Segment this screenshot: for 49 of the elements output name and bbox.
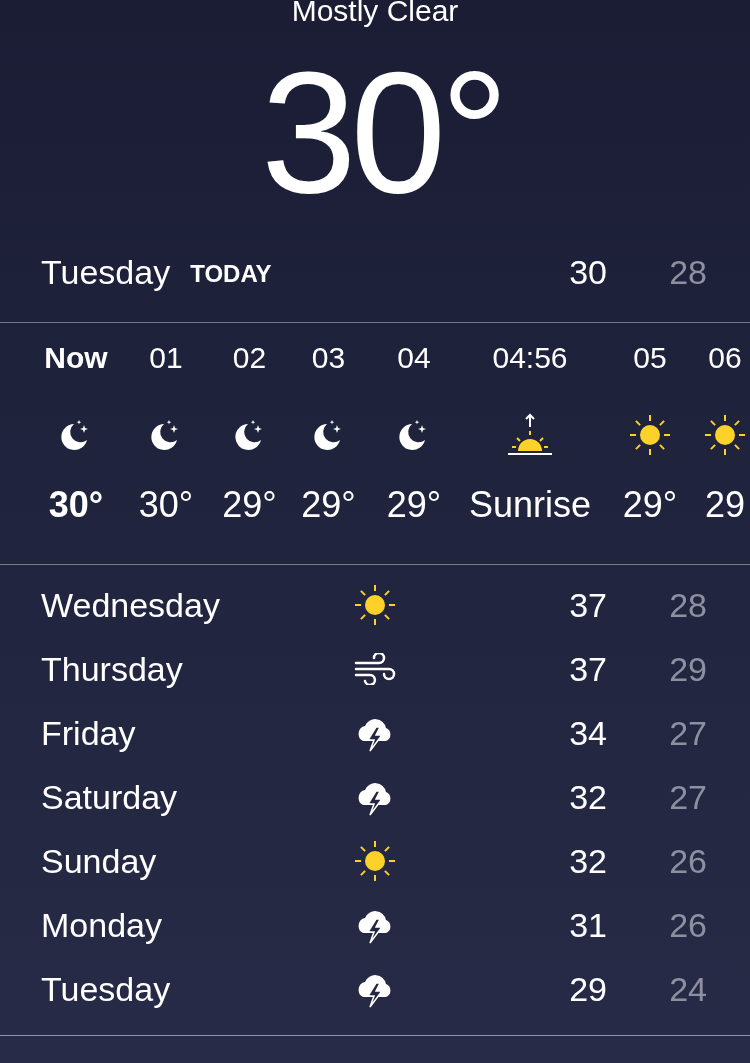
hour-label: 04:56 [492, 343, 568, 373]
low-temperature: 28 [668, 251, 707, 293]
wind-icon [353, 653, 397, 685]
low-temperature: 28 [668, 584, 707, 626]
hour-temperature: 29 [704, 487, 745, 523]
hour-label: 01 [149, 343, 183, 373]
hour-temperature: 30° [138, 487, 194, 523]
hour-temperature: 29° [222, 487, 277, 523]
hour-label: Now [44, 343, 108, 373]
low-temperature: 27 [668, 712, 707, 754]
low-temperature: 27 [668, 776, 707, 818]
high-temperature: 32 [568, 776, 607, 818]
hour-label: 02 [232, 343, 267, 373]
hour-temperature: 29° [622, 487, 678, 523]
sun-icon [628, 413, 672, 457]
high-temperature: 30 [568, 251, 607, 293]
day-name: Friday [41, 712, 137, 754]
sunrise-icon [506, 413, 554, 457]
sun-icon [353, 583, 397, 627]
hour-temperature: 29° [301, 487, 356, 523]
sun-icon [703, 413, 747, 457]
high-temperature: 37 [568, 584, 607, 626]
hour-label: 03 [311, 343, 346, 373]
hour-label: 04 [397, 343, 431, 373]
hour-label: 06 [708, 343, 742, 373]
day-name: Tuesday [41, 968, 172, 1010]
day-name: Saturday [41, 776, 179, 818]
hour-temperature: 30° [48, 487, 104, 523]
low-temperature: 24 [668, 968, 707, 1010]
hour-label: 05 [633, 343, 667, 373]
low-temperature: 26 [668, 904, 707, 946]
day-name: Wednesday [41, 584, 221, 626]
high-temperature: 31 [568, 904, 607, 946]
hour-temperature: 29° [386, 487, 442, 523]
day-name: Tuesday [41, 251, 171, 293]
day-name: Sunday [41, 840, 158, 882]
low-temperature: 26 [668, 840, 707, 882]
sun-icon [353, 839, 397, 883]
high-temperature: 29 [568, 968, 607, 1010]
current-temperature: 30° [260, 46, 504, 218]
high-temperature: 34 [568, 712, 607, 754]
weather-condition: Mostly Clear [291, 0, 459, 26]
high-temperature: 32 [568, 840, 607, 882]
event-label: Sunrise [468, 487, 592, 523]
high-temperature: 37 [568, 648, 607, 690]
day-name: Thursday [41, 648, 184, 690]
today-label: TODAY [190, 259, 272, 289]
low-temperature: 29 [668, 648, 707, 690]
day-name: Monday [41, 904, 163, 946]
